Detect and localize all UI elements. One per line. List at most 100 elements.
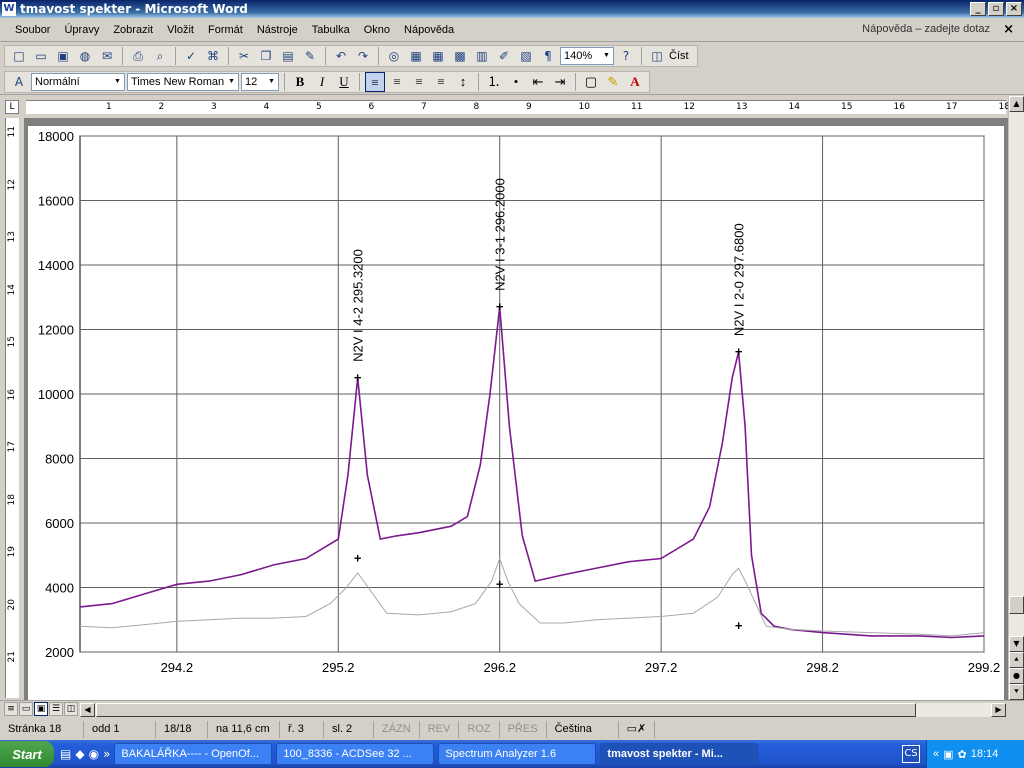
highlight-icon[interactable]: ✎ <box>603 72 623 92</box>
browse-object-button[interactable]: ● <box>1009 668 1024 684</box>
save-icon[interactable]: ▣ <box>53 46 73 66</box>
format-painter-icon[interactable]: ✎ <box>300 46 320 66</box>
copy-icon[interactable]: ❐ <box>256 46 276 66</box>
decrease-indent-icon[interactable]: ⇤ <box>528 72 548 92</box>
close-document-button[interactable]: × <box>1003 22 1014 37</box>
task-word[interactable]: tmavost spekter - Mi... <box>600 743 759 765</box>
print-preview-icon[interactable]: ⌕ <box>150 46 170 66</box>
hyperlink-icon[interactable]: ◎ <box>384 46 404 66</box>
new-icon[interactable]: □ <box>9 46 29 66</box>
menu-soubor[interactable]: Soubor <box>8 24 57 36</box>
menu-okno[interactable]: Okno <box>357 24 397 36</box>
paste-icon[interactable]: ▤ <box>278 46 298 66</box>
quick-launch-icon-2[interactable]: ◉ <box>89 747 99 761</box>
tables-borders-icon[interactable]: ▦ <box>406 46 426 66</box>
research-icon[interactable]: ⌘ <box>203 46 223 66</box>
show-hide-icon[interactable]: ¶ <box>538 46 558 66</box>
outline-view-icon[interactable]: ☰ <box>49 702 63 716</box>
scroll-down-button[interactable]: ▼ <box>1009 636 1024 652</box>
quick-launch-more-icon[interactable]: » <box>103 747 110 761</box>
menu-tabulka[interactable]: Tabulka <box>305 24 357 36</box>
task-openoffice[interactable]: BAKALÁŘKA---- - OpenOf... <box>114 743 273 765</box>
menu-zobrazit[interactable]: Zobrazit <box>106 24 160 36</box>
tab-selector-icon[interactable]: L <box>5 100 19 114</box>
task-acdsee[interactable]: 100_8336 - ACDSee 32 ... <box>276 743 435 765</box>
help-search-input[interactable]: Nápověda – zadejte dotaz <box>862 23 990 35</box>
menu-format[interactable]: Formát <box>201 24 250 36</box>
numbering-icon[interactable]: ⒈ <box>484 72 504 92</box>
bullets-icon[interactable]: • <box>506 72 526 92</box>
font-color-icon[interactable]: A <box>625 72 645 92</box>
redo-icon[interactable]: ↷ <box>353 46 373 66</box>
center-icon[interactable]: ≡ <box>387 72 407 92</box>
status-language[interactable]: Čeština <box>547 721 619 738</box>
network-icon[interactable]: ▣ <box>943 748 953 761</box>
vertical-scroll-thumb[interactable] <box>1009 596 1024 614</box>
style-select[interactable]: Normální ▼ <box>31 73 125 91</box>
menu-upravy[interactable]: Úpravy <box>57 24 106 36</box>
status-ext[interactable]: ROZ <box>459 721 500 738</box>
undo-icon[interactable]: ↶ <box>331 46 351 66</box>
cut-icon[interactable]: ✂ <box>234 46 254 66</box>
styles-icon[interactable]: A <box>9 72 29 92</box>
close-button[interactable]: × <box>1006 2 1022 16</box>
open-icon[interactable]: ▭ <box>31 46 51 66</box>
drawing-icon[interactable]: ✐ <box>494 46 514 66</box>
help-icon[interactable]: ? <box>616 46 636 66</box>
columns-icon[interactable]: ▥ <box>472 46 492 66</box>
messenger-icon[interactable]: ✿ <box>958 748 967 761</box>
document-area[interactable]: 2000 4000 6000 8000 10000 12000 14000 16000 1800… <box>24 118 1008 700</box>
reading-view-icon[interactable]: ◫ <box>64 702 78 716</box>
menu-vlozit[interactable]: Vložit <box>160 24 201 36</box>
align-right-icon[interactable]: ≡ <box>409 72 429 92</box>
bold-button[interactable]: B <box>290 72 310 92</box>
italic-button[interactable]: I <box>312 72 332 92</box>
language-indicator[interactable]: CS <box>902 745 920 763</box>
document-map-icon[interactable]: ▧ <box>516 46 536 66</box>
underline-button[interactable]: U <box>334 72 354 92</box>
show-desktop-icon[interactable]: ▤ <box>60 747 71 761</box>
vertical-ruler[interactable]: 11 12 13 14 15 16 17 18 19 20 21 <box>0 118 24 700</box>
minimize-button[interactable]: _ <box>970 2 986 16</box>
insert-table-icon[interactable]: ▦ <box>428 46 448 66</box>
borders-icon[interactable]: ▢ <box>581 72 601 92</box>
start-button[interactable]: Start <box>0 741 54 767</box>
print-icon[interactable]: ⎙ <box>128 46 148 66</box>
task-spectrum-analyzer[interactable]: Spectrum Analyzer 1.6 <box>438 743 597 765</box>
normal-view-icon[interactable]: ≡ <box>4 702 18 716</box>
menu-nastroje[interactable]: Nástroje <box>250 24 305 36</box>
scroll-right-button[interactable]: ▶ <box>991 703 1006 717</box>
quick-launch-icon[interactable]: ◆ <box>75 747 84 761</box>
menu-napoveda[interactable]: Nápověda <box>397 24 461 36</box>
horizontal-ruler[interactable]: L 1 2 3 4 5 6 7 8 9 10 11 12 13 14 15 16 17 18 <box>0 96 1024 118</box>
email-icon[interactable]: ✉ <box>97 46 117 66</box>
font-select[interactable]: Times New Roman ▼ <box>127 73 239 91</box>
scroll-up-button[interactable]: ▲ <box>1009 96 1024 112</box>
justify-icon[interactable]: ≡ <box>431 72 451 92</box>
read-button-label[interactable]: Číst <box>669 50 693 62</box>
horizontal-scroll-thumb[interactable] <box>96 703 916 717</box>
align-left-icon[interactable]: ≡ <box>365 72 385 92</box>
scroll-left-button[interactable]: ◀ <box>80 703 95 717</box>
web-view-icon[interactable]: ▭ <box>19 702 33 716</box>
line-spacing-icon[interactable]: ↕ <box>453 72 473 92</box>
vertical-scrollbar[interactable]: ▲ ▼ ⯅ ● ⯆ <box>1008 96 1024 700</box>
status-rec[interactable]: ZÁZN <box>374 721 420 738</box>
horizontal-scroll-track[interactable]: ◀ ▶ <box>80 703 1006 717</box>
spelling-status-icon[interactable]: ▭✗ <box>619 721 656 738</box>
status-ovr[interactable]: PŘES <box>500 721 547 738</box>
zoom-select[interactable]: 140% ▼ <box>560 47 614 65</box>
spelling-icon[interactable]: ✓ <box>181 46 201 66</box>
insert-excel-icon[interactable]: ▩ <box>450 46 470 66</box>
font-size-select[interactable]: 12 ▼ <box>241 73 279 91</box>
print-layout-icon[interactable]: ▣ <box>34 702 48 716</box>
status-rev[interactable]: REV <box>420 721 460 738</box>
document-page[interactable]: 2000 4000 6000 8000 10000 12000 14000 16000 1800… <box>28 126 1004 700</box>
maximize-button[interactable]: ▫ <box>988 2 1004 16</box>
next-page-button[interactable]: ⯆ <box>1009 684 1024 700</box>
previous-page-button[interactable]: ⯅ <box>1009 652 1024 668</box>
tray-expand-icon[interactable]: « <box>933 748 939 760</box>
permission-icon[interactable]: ◍ <box>75 46 95 66</box>
increase-indent-icon[interactable]: ⇥ <box>550 72 570 92</box>
read-icon[interactable]: ◫ <box>647 46 667 66</box>
